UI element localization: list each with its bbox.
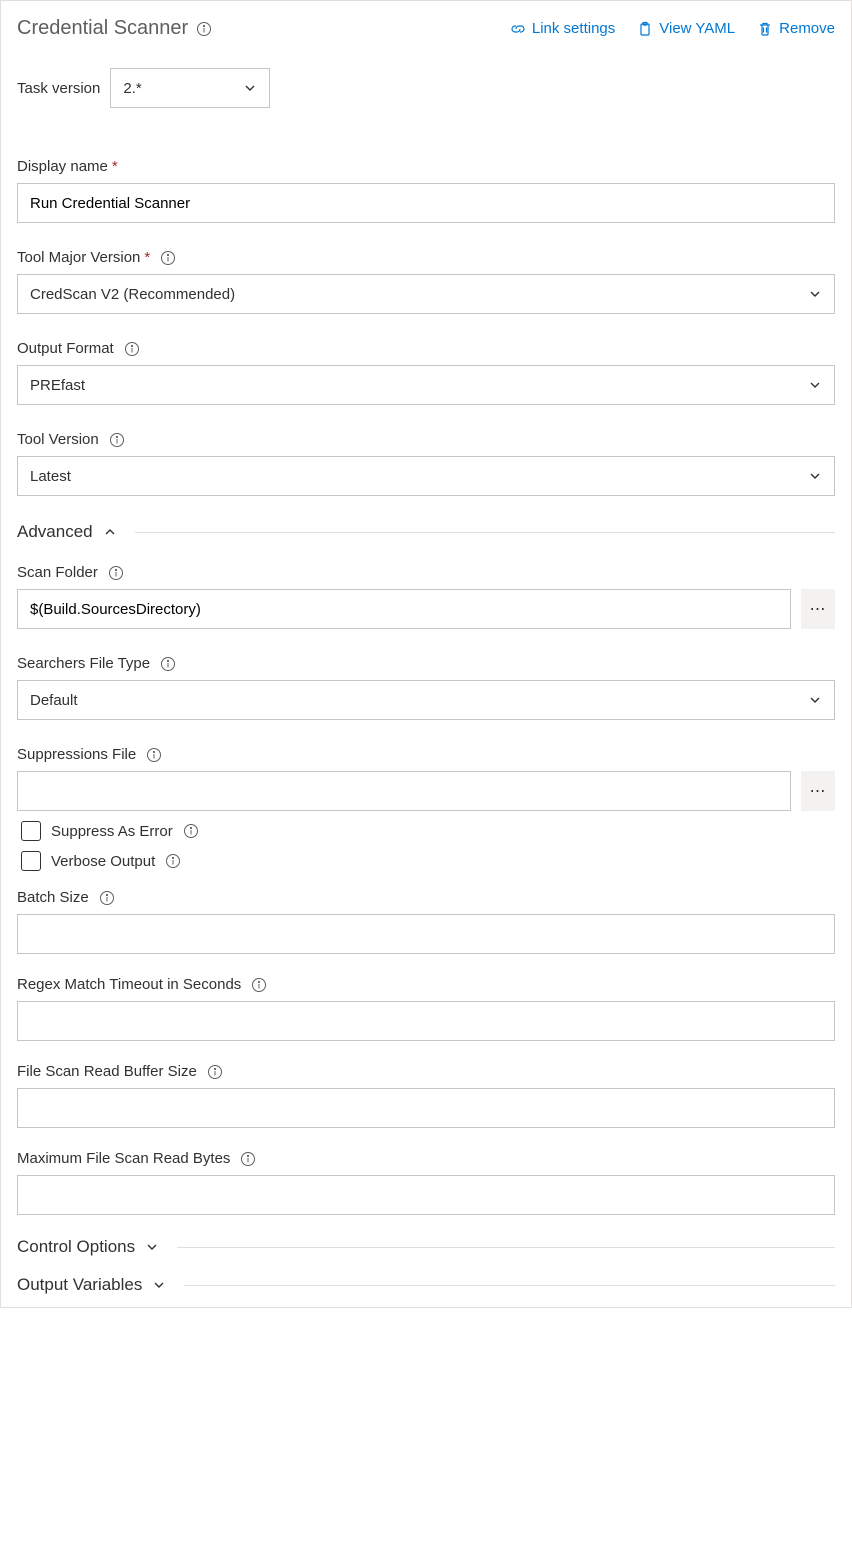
ellipsis-icon: ⋯: [810, 781, 827, 801]
scan-folder-input[interactable]: [17, 589, 791, 629]
title-wrap: Credential Scanner: [17, 17, 212, 40]
panel-header: Credential Scanner Link settings View YA…: [17, 17, 835, 40]
searchers-file-type-label: Searchers File Type: [17, 655, 150, 672]
header-actions: Link settings View YAML Remove: [510, 20, 835, 37]
display-name-field: Display name*: [17, 158, 835, 223]
regex-timeout-input[interactable]: [17, 1001, 835, 1041]
chevron-down-icon: [243, 81, 257, 95]
max-read-bytes-label: Maximum File Scan Read Bytes: [17, 1150, 230, 1167]
task-version-select[interactable]: 2.*: [110, 68, 270, 108]
chevron-down-icon: [152, 1278, 166, 1292]
task-version-row: Task version 2.*: [17, 68, 835, 108]
suppress-as-error-checkbox[interactable]: [21, 821, 41, 841]
chevron-down-icon: [808, 287, 822, 301]
info-icon[interactable]: [196, 21, 212, 37]
section-control-options[interactable]: Control Options: [17, 1237, 835, 1257]
searchers-file-type-select[interactable]: Default: [17, 680, 835, 720]
info-icon[interactable]: [124, 341, 140, 357]
info-icon[interactable]: [160, 656, 176, 672]
info-icon[interactable]: [146, 747, 162, 763]
info-icon[interactable]: [160, 250, 176, 266]
verbose-output-checkbox[interactable]: [21, 851, 41, 871]
regex-timeout-field: Regex Match Timeout in Seconds: [17, 976, 835, 1041]
batch-size-field: Batch Size: [17, 889, 835, 954]
display-name-input[interactable]: [17, 183, 835, 223]
view-yaml-button[interactable]: View YAML: [637, 20, 735, 37]
file-buffer-label: File Scan Read Buffer Size: [17, 1063, 197, 1080]
link-settings-button[interactable]: Link settings: [510, 20, 615, 37]
suppress-as-error-label: Suppress As Error: [51, 823, 173, 840]
verbose-output-row: Verbose Output: [21, 851, 835, 871]
output-format-label: Output Format: [17, 340, 114, 357]
trash-icon: [757, 21, 773, 37]
info-icon[interactable]: [165, 853, 181, 869]
scan-folder-field: Scan Folder ⋯: [17, 564, 835, 629]
batch-size-input[interactable]: [17, 914, 835, 954]
scan-folder-label: Scan Folder: [17, 564, 98, 581]
tool-major-version-field: Tool Major Version* CredScan V2 (Recomme…: [17, 249, 835, 314]
info-icon[interactable]: [207, 1064, 223, 1080]
section-output-variables[interactable]: Output Variables: [17, 1275, 835, 1295]
chevron-down-icon: [145, 1240, 159, 1254]
suppressions-file-input[interactable]: [17, 771, 791, 811]
tool-version-field: Tool Version Latest: [17, 431, 835, 496]
chevron-down-icon: [808, 469, 822, 483]
suppressions-file-label: Suppressions File: [17, 746, 136, 763]
info-icon[interactable]: [108, 565, 124, 581]
tool-version-label: Tool Version: [17, 431, 99, 448]
remove-button[interactable]: Remove: [757, 20, 835, 37]
info-icon[interactable]: [240, 1151, 256, 1167]
tool-version-select[interactable]: Latest: [17, 456, 835, 496]
panel-title: Credential Scanner: [17, 17, 188, 40]
max-read-bytes-input[interactable]: [17, 1175, 835, 1215]
info-icon[interactable]: [183, 823, 199, 839]
section-advanced[interactable]: Advanced: [17, 522, 835, 542]
chevron-down-icon: [808, 693, 822, 707]
suppressions-file-field: Suppressions File ⋯: [17, 746, 835, 811]
suppressions-file-browse-button[interactable]: ⋯: [801, 771, 835, 811]
link-icon: [510, 21, 526, 37]
tool-major-version-label: Tool Major Version*: [17, 249, 150, 266]
suppress-as-error-row: Suppress As Error: [21, 821, 835, 841]
file-buffer-input[interactable]: [17, 1088, 835, 1128]
ellipsis-icon: ⋯: [810, 599, 827, 619]
task-version-label: Task version: [17, 80, 100, 97]
chevron-up-icon: [103, 525, 117, 539]
clipboard-icon: [637, 21, 653, 37]
output-format-select[interactable]: PREfast: [17, 365, 835, 405]
info-icon[interactable]: [99, 890, 115, 906]
file-buffer-field: File Scan Read Buffer Size: [17, 1063, 835, 1128]
task-config-panel: Credential Scanner Link settings View YA…: [0, 0, 852, 1308]
scan-folder-browse-button[interactable]: ⋯: [801, 589, 835, 629]
searchers-file-type-field: Searchers File Type Default: [17, 655, 835, 720]
chevron-down-icon: [808, 378, 822, 392]
output-format-field: Output Format PREfast: [17, 340, 835, 405]
regex-timeout-label: Regex Match Timeout in Seconds: [17, 976, 241, 993]
info-icon[interactable]: [109, 432, 125, 448]
tool-major-version-select[interactable]: CredScan V2 (Recommended): [17, 274, 835, 314]
max-read-bytes-field: Maximum File Scan Read Bytes: [17, 1150, 835, 1215]
batch-size-label: Batch Size: [17, 889, 89, 906]
display-name-label: Display name*: [17, 158, 118, 175]
info-icon[interactable]: [251, 977, 267, 993]
verbose-output-label: Verbose Output: [51, 853, 155, 870]
